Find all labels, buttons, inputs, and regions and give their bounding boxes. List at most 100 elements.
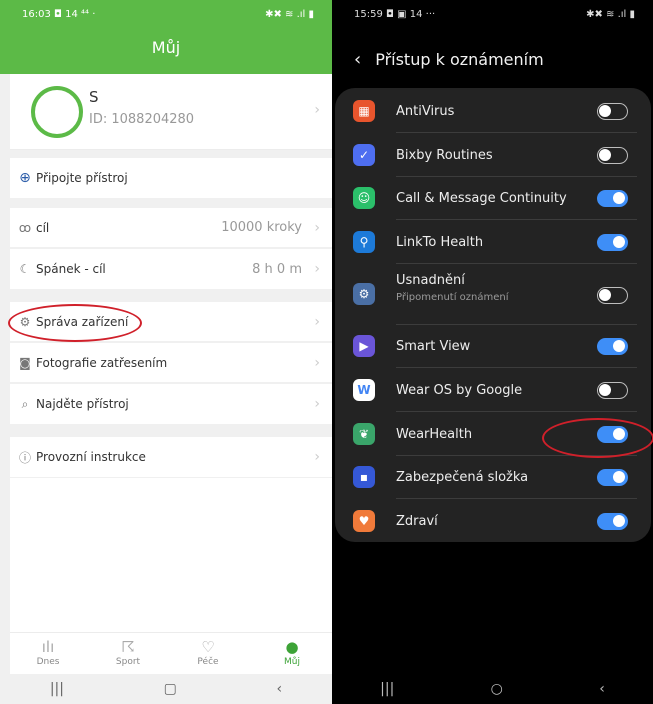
chevron-right-icon: › xyxy=(314,313,320,330)
toggle-knob xyxy=(599,105,611,117)
gear-icon: ⚙ xyxy=(19,314,31,329)
connect-device-row[interactable]: ⊕ Připojte přístroj xyxy=(10,158,332,198)
app-row[interactable]: ▶ Smart View xyxy=(335,325,651,368)
app-name: Zabezpečená složka xyxy=(396,470,529,485)
notification-access-toggle[interactable] xyxy=(597,513,628,530)
chevron-right-icon: › xyxy=(314,449,320,465)
app-name: Bixby Routines xyxy=(396,148,493,163)
find-device-row[interactable]: ⌕ Najděte přístroj › xyxy=(10,384,332,424)
app-subtitle: Připomenutí oznámení xyxy=(396,292,509,303)
divider xyxy=(396,411,637,412)
divider xyxy=(396,219,637,220)
linkto-health-icon: ⚲ xyxy=(353,231,375,253)
app-name: Zdraví xyxy=(396,514,438,529)
toggle-knob xyxy=(613,471,625,483)
home-icon[interactable]: ▢ xyxy=(164,681,177,697)
goal-label: cíl xyxy=(36,220,50,235)
app-name: LinkTo Health xyxy=(396,235,484,250)
wearhealth-icon: ❦ xyxy=(353,423,375,445)
status-time: 15:59 xyxy=(354,8,383,20)
toggle-knob xyxy=(599,289,611,301)
home-icon[interactable]: ○ xyxy=(491,681,503,697)
chevron-right-icon: › xyxy=(314,219,320,236)
nav-tab-care[interactable]: ♡ Péče xyxy=(178,637,238,667)
call-continuity-icon: ☺ xyxy=(353,187,375,209)
wear-os-icon: W xyxy=(353,379,375,401)
system-nav-bar: ||| ▢ ‹ xyxy=(0,674,332,704)
recent-apps-icon[interactable]: ||| xyxy=(50,681,64,697)
toggle-knob xyxy=(613,515,625,527)
notification-access-toggle[interactable] xyxy=(597,382,628,399)
recent-apps-icon[interactable]: ||| xyxy=(380,681,394,697)
avatar[interactable] xyxy=(31,86,83,138)
chevron-right-icon: › xyxy=(314,354,320,371)
divider xyxy=(396,498,637,499)
moon-icon: ☾ xyxy=(19,262,31,276)
smart-view-icon: ▶ xyxy=(353,335,375,357)
toggle-knob xyxy=(613,428,625,440)
app-row[interactable]: ☺ Call & Message Continuity xyxy=(335,177,651,220)
plus-circle-icon: ⊕ xyxy=(19,170,31,186)
nav-tab-sport[interactable]: ☈ Sport xyxy=(98,637,158,667)
app-name: AntiVirus xyxy=(396,104,455,119)
chevron-right-icon: › xyxy=(314,102,320,118)
camera-icon: ◙ xyxy=(19,355,31,370)
heart-plus-icon: ♡ xyxy=(201,638,215,656)
status-time: 16:03 xyxy=(22,8,51,20)
app-row[interactable]: ⚲ LinkTo Health xyxy=(335,221,651,264)
app-row[interactable]: ⚙ Usnadnění Připomenutí oznámení xyxy=(335,265,651,325)
toggle-knob xyxy=(613,192,625,204)
notification-access-toggle[interactable] xyxy=(597,234,628,251)
instructions-row[interactable]: ⓘ Provozní instrukce › xyxy=(10,437,332,477)
app-name: Smart View xyxy=(396,339,471,354)
app-row[interactable]: W Wear OS by Google xyxy=(335,369,651,412)
notification-access-toggle[interactable] xyxy=(597,190,628,207)
app-name: Wear OS by Google xyxy=(396,383,523,398)
sleep-goal-row[interactable]: ☾ Spánek - cíl 8 h 0 m › xyxy=(10,249,332,289)
notification-access-toggle[interactable] xyxy=(597,147,628,164)
app-name: Call & Message Continuity xyxy=(396,191,567,206)
divider xyxy=(396,132,637,133)
status-icons-left: ◘ 14 ⁴⁴ · xyxy=(54,8,96,20)
app-row[interactable]: ✓ Bixby Routines xyxy=(335,134,651,177)
toggle-knob xyxy=(599,384,611,396)
divider xyxy=(396,263,637,264)
notification-access-toggle[interactable] xyxy=(597,338,628,355)
goal-row[interactable]: ꝏ cíl 10000 kroky › xyxy=(10,208,332,248)
secure-folder-icon: ▪ xyxy=(353,466,375,488)
info-icon: ⓘ xyxy=(18,450,31,465)
find-device-label: Najděte přístroj xyxy=(36,397,129,411)
person-icon: ● xyxy=(285,638,299,656)
antivirus-icon: ▦ xyxy=(353,100,375,122)
chevron-right-icon: › xyxy=(314,261,320,277)
search-icon: ⌕ xyxy=(21,396,29,411)
empty-area xyxy=(10,478,332,632)
bars-chart-icon: ılı xyxy=(41,638,55,656)
health-heart-icon: ♥ xyxy=(353,510,375,532)
profile-card[interactable]: S ID: 1088204280 › xyxy=(10,74,332,150)
app-row[interactable]: ▪ Zabezpečená složka xyxy=(335,456,651,499)
device-management-label: Správa zařízení xyxy=(36,314,129,329)
back-icon[interactable]: ‹ xyxy=(599,681,605,697)
right-screenshot: 15:59 ◘ ▣ 14 ··· ✱✖ ≋ .ıl ▮ ‹ Přístup k … xyxy=(332,0,653,704)
notification-access-toggle[interactable] xyxy=(597,426,628,443)
sleep-goal-label: Spánek - cíl xyxy=(36,262,106,276)
notification-access-toggle[interactable] xyxy=(597,103,628,120)
app-name: Usnadnění xyxy=(396,273,465,288)
notification-access-list: ▦ AntiVirus ✓ Bixby Routines ☺ Call & Message… xyxy=(335,88,651,542)
back-arrow-icon[interactable]: ‹ xyxy=(354,49,361,70)
shake-photo-row[interactable]: ◙ Fotografie zatřesením › xyxy=(10,343,332,383)
app-row[interactable]: ♥ Zdraví xyxy=(335,500,651,542)
notification-access-toggle[interactable] xyxy=(597,469,628,486)
app-row[interactable]: ▦ AntiVirus xyxy=(335,90,651,133)
device-management-row[interactable]: ⚙ Správa zařízení › xyxy=(10,302,332,342)
nav-tab-my[interactable]: ● Můj xyxy=(262,637,322,667)
nav-tab-label: Můj xyxy=(284,657,300,667)
nav-tab-today[interactable]: ılı Dnes xyxy=(18,637,78,667)
toggle-knob xyxy=(613,236,625,248)
back-icon[interactable]: ‹ xyxy=(277,681,283,697)
app-row[interactable]: ❦ WearHealth xyxy=(335,413,651,456)
notification-access-toggle[interactable] xyxy=(597,287,628,304)
page-title: Přístup k oznámením xyxy=(375,49,544,69)
status-icons-right: ✱✖ ≋ .ıl ▮ xyxy=(265,8,314,20)
